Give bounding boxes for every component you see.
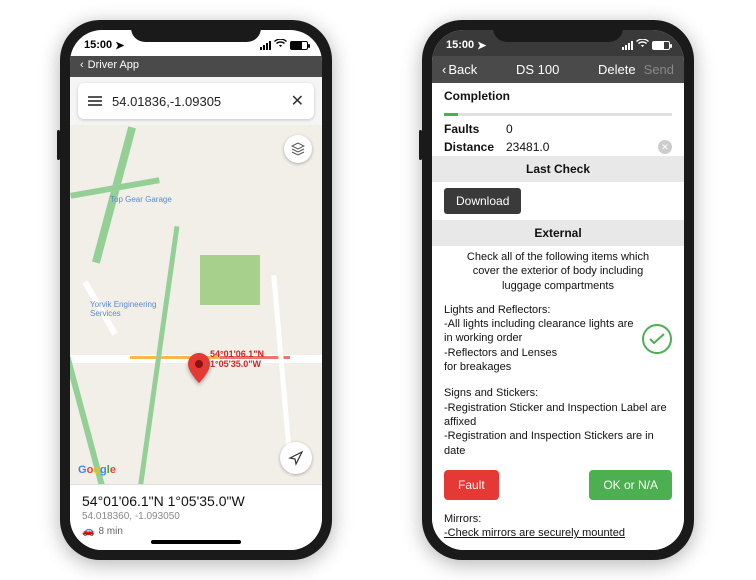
- status-time: 15:00: [84, 39, 112, 51]
- distance-label: Distance: [444, 140, 506, 154]
- send-button[interactable]: Send: [644, 62, 674, 77]
- app-header: ‹ Driver App: [70, 56, 322, 77]
- layers-button[interactable]: [284, 135, 312, 163]
- recenter-button[interactable]: [280, 442, 312, 474]
- clear-icon[interactable]: ✕: [291, 91, 304, 111]
- app-title: Driver App: [88, 59, 139, 71]
- status-time: 15:00: [446, 39, 474, 51]
- coord-secondary: 54.018360, -1.093050: [82, 511, 310, 522]
- wifi-icon: [636, 39, 649, 51]
- fault-button[interactable]: Fault: [444, 470, 499, 500]
- search-box[interactable]: 54.01836,-1.09305 ✕: [78, 83, 314, 119]
- google-logo: Google: [78, 464, 116, 476]
- nav-bar: ‹ Back DS 100 Delete Send: [432, 56, 684, 83]
- menu-icon[interactable]: [88, 96, 102, 106]
- bottom-sheet[interactable]: 54°01'06.1"N 1°05'35.0"W 54.018360, -1.0…: [70, 484, 322, 550]
- search-input[interactable]: 54.01836,-1.09305: [112, 94, 281, 109]
- chevron-left-icon: ‹: [442, 62, 446, 77]
- check-item-lights: Lights and Reflectors: -All lights inclu…: [432, 297, 684, 380]
- phone-map: 15:00 ➤ ‹ Driver App 54.01836,-1: [60, 20, 332, 560]
- distance-value[interactable]: 23481.0: [506, 140, 658, 154]
- chevron-left-icon[interactable]: ‹: [80, 59, 84, 71]
- battery-icon: [652, 41, 670, 50]
- delete-button[interactable]: Delete: [598, 62, 636, 77]
- car-icon: 🚗: [82, 526, 94, 537]
- poi-label[interactable]: Top Gear Garage: [110, 195, 172, 204]
- signal-icon: [622, 41, 633, 50]
- location-arrow-icon: ➤: [115, 39, 124, 52]
- phone-form: 15:00 ➤ ‹ Back DS 100 Delete S: [422, 20, 694, 560]
- faults-label: Faults: [444, 122, 506, 136]
- section-description: Check all of the following items which c…: [432, 246, 684, 297]
- check-item-signs: Signs and Stickers: -Registration Sticke…: [432, 380, 684, 463]
- home-indicator[interactable]: [151, 540, 241, 544]
- location-arrow-icon: ➤: [477, 39, 486, 52]
- wifi-icon: [274, 39, 287, 51]
- eta-text: 8 min: [98, 526, 122, 537]
- check-item-mirrors: Mirrors: -Check mirrors are securely mou…: [432, 506, 684, 547]
- nav-title: DS 100: [477, 62, 598, 77]
- download-button[interactable]: Download: [444, 188, 521, 214]
- progress-bar: [444, 113, 672, 116]
- pin-coordinates: 54°01'06.1"N 1°05'35.0"W: [210, 350, 264, 370]
- coord-primary: 54°01'06.1"N 1°05'35.0"W: [82, 493, 310, 509]
- section-header-external: External: [432, 220, 684, 246]
- clear-distance-icon[interactable]: ✕: [658, 140, 672, 154]
- battery-icon: [290, 41, 308, 50]
- faults-value: 0: [506, 122, 672, 136]
- signal-icon: [260, 41, 271, 50]
- eta-row: 🚗 8 min: [82, 526, 310, 537]
- back-button[interactable]: ‹ Back: [442, 62, 477, 77]
- ok-button[interactable]: OK or N/A: [589, 470, 672, 500]
- navigation-arrow-icon: [288, 450, 304, 466]
- layers-icon: [291, 142, 305, 156]
- completion-label: Completion: [444, 89, 510, 103]
- map-pin-icon[interactable]: [188, 353, 210, 388]
- section-header-lastcheck: Last Check: [432, 156, 684, 182]
- map-canvas[interactable]: Top Gear Garage Yorvik Engineering Servi…: [70, 125, 322, 484]
- checkmark-icon[interactable]: [642, 324, 672, 354]
- poi-label[interactable]: Yorvik Engineering Services: [90, 300, 156, 318]
